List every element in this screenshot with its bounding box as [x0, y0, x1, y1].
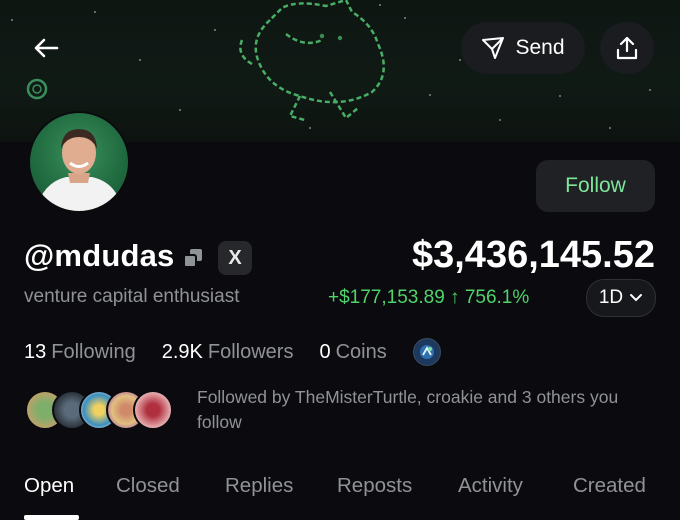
profile-handle: @mdudas: [24, 238, 175, 273]
tab-open[interactable]: Open: [24, 474, 74, 498]
stat-coins[interactable]: 0 Coins: [319, 341, 386, 364]
stat-following-value: 13: [24, 340, 47, 363]
coin-badge[interactable]: [412, 338, 441, 366]
stat-followers-value: 2.9K: [161, 340, 203, 363]
tab-activity[interactable]: Activity: [458, 474, 523, 498]
send-button-label: Send: [515, 36, 565, 59]
active-tab-indicator: [24, 515, 79, 520]
coin-icon: [419, 345, 434, 359]
mutual-followers-avatars[interactable]: [25, 390, 185, 430]
stat-followers[interactable]: 2.9K Followers: [162, 341, 294, 364]
tab-replies[interactable]: Replies: [225, 474, 293, 498]
portfolio-pnl: +$177,153.89 ↑ 756.1%: [328, 287, 530, 308]
stat-following-label: Following: [51, 340, 136, 363]
back-button[interactable]: [20, 22, 72, 74]
avatar-photo: [30, 113, 128, 211]
stat-following[interactable]: 13 Following: [24, 341, 136, 364]
copy-icon: [183, 249, 202, 268]
profile-tabs: Open Closed Replies Reposts Activity Cre…: [0, 470, 680, 520]
send-button[interactable]: Send: [461, 22, 585, 74]
x-logo-icon: X: [228, 246, 242, 269]
chevron-down-icon: [630, 294, 643, 302]
followed-by-text[interactable]: Followed by TheMisterTurtle, croakie and…: [197, 385, 657, 435]
tab-closed[interactable]: Closed: [116, 474, 180, 498]
avatar-person-image: [36, 129, 122, 211]
share-button[interactable]: [600, 22, 654, 74]
copy-address-button[interactable]: [182, 247, 204, 269]
tab-reposts[interactable]: Reposts: [337, 474, 412, 498]
time-range-selector[interactable]: 1D: [586, 279, 656, 317]
tab-created[interactable]: Created: [573, 474, 646, 498]
share-icon: [616, 36, 638, 60]
follow-button[interactable]: Follow: [536, 160, 655, 212]
stat-coins-label: Coins: [335, 340, 387, 363]
profile-stats: 13 Following 2.9K Followers 0 Coins: [24, 338, 441, 366]
avatar: [28, 111, 130, 213]
send-icon: [482, 37, 505, 59]
stat-followers-label: Followers: [207, 340, 294, 363]
mutual-avatar: [133, 390, 173, 430]
x-profile-link[interactable]: X: [218, 241, 252, 275]
time-range-value: 1D: [598, 287, 624, 308]
arrow-left-icon: [34, 38, 59, 58]
stat-coins-value: 0: [319, 340, 331, 363]
profile-bio: venture capital enthusiast: [24, 286, 240, 307]
portfolio-balance: $3,436,145.52: [411, 234, 655, 276]
